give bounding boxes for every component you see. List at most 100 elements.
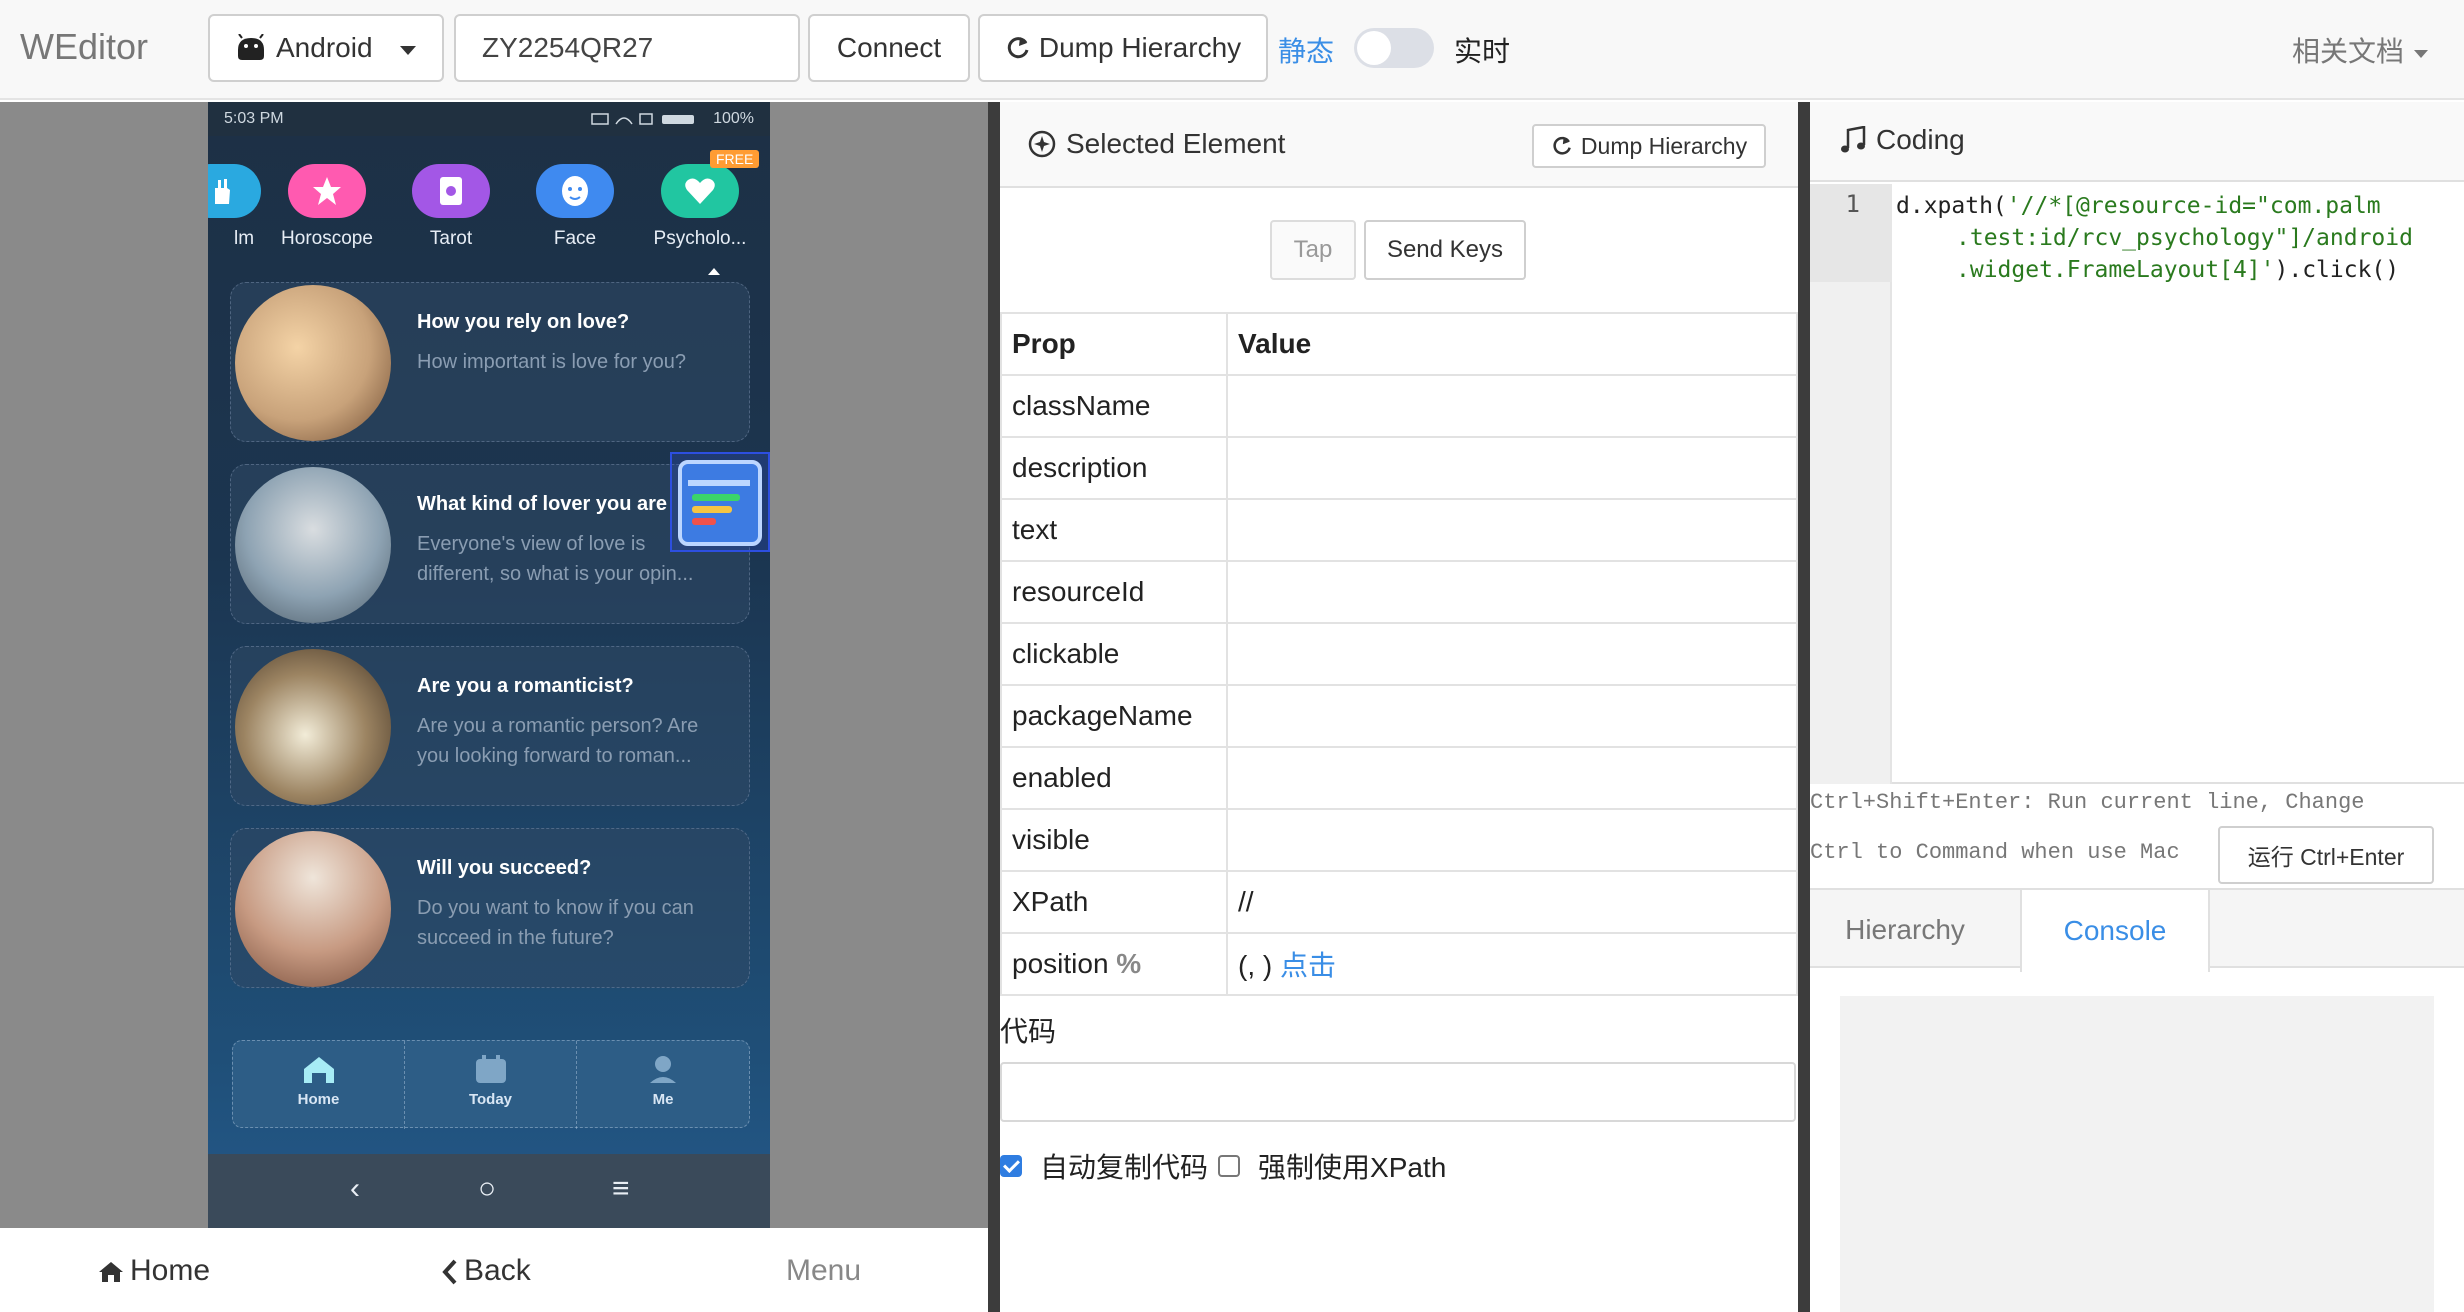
shortcut-hint: Ctrl to Command when use Mac	[1810, 840, 2180, 865]
percent-unit: %	[1116, 948, 1142, 979]
platform-select[interactable]: Android	[208, 14, 444, 82]
auto-copy-label[interactable]: 自动复制代码	[1040, 1146, 1208, 1186]
column-header-prop: Prop	[1000, 312, 1228, 376]
tab-home[interactable]: Home	[233, 1041, 405, 1129]
category-psychology[interactable]: Psycholo...	[640, 164, 760, 250]
force-xpath-checkbox[interactable]	[1218, 1155, 1241, 1177]
prop-value[interactable]	[1226, 498, 1798, 562]
tab-today[interactable]: Today	[405, 1041, 577, 1129]
prop-value[interactable]	[1226, 808, 1798, 872]
prop-name: description	[1000, 436, 1228, 500]
category-label: Horoscope	[281, 228, 373, 249]
back-button[interactable]: Back	[442, 1254, 531, 1288]
card-description: Are you a romantic person? Are you looki…	[417, 715, 699, 767]
code-label: 代码	[1000, 1016, 1057, 1047]
live-mode-toggle[interactable]	[1354, 28, 1434, 68]
prop-value[interactable]	[1226, 622, 1798, 686]
send-keys-button[interactable]: Send Keys	[1364, 220, 1526, 280]
table-row: description	[1000, 436, 1798, 500]
category-face[interactable]: Face	[515, 164, 635, 250]
prop-name: visible	[1000, 808, 1228, 872]
prop-value: (, ) 点击	[1226, 932, 1798, 996]
position-value: (, )	[1238, 950, 1273, 981]
code-editor[interactable]: 1 d.xpath('//*[@resource-id="com.palm .t…	[1810, 184, 2464, 784]
status-battery: 100%	[713, 110, 754, 127]
heart-icon	[685, 178, 715, 204]
card-photo	[235, 285, 391, 441]
line-number: 1	[1845, 190, 1860, 218]
code-input[interactable]	[1000, 1062, 1796, 1122]
coding-title: Coding	[1876, 124, 1965, 155]
tab-label: Home	[297, 1091, 340, 1108]
home-button[interactable]: Home	[98, 1254, 210, 1288]
run-button[interactable]: 运行 Ctrl+Enter	[2218, 826, 2434, 884]
tab-hierarchy[interactable]: Hierarchy	[1810, 890, 2000, 970]
mode-live-label[interactable]: 实时	[1454, 30, 1510, 70]
menu-button[interactable]: Menu	[786, 1254, 861, 1288]
prop-value[interactable]	[1226, 746, 1798, 810]
coding-panel: Coding 1 d.xpath('//*[@resource-id="com.…	[1810, 102, 2464, 1312]
prop-value[interactable]	[1226, 684, 1798, 748]
dump-hierarchy-button[interactable]: Dump Hierarchy	[978, 14, 1268, 82]
dump-hierarchy-button[interactable]: Dump Hierarchy	[1532, 124, 1766, 168]
card-description: Do you want to know if you can succeed i…	[417, 897, 694, 949]
calendar-icon	[475, 1055, 506, 1083]
connect-button[interactable]: Connect	[808, 14, 970, 82]
notes-glyph-icon	[688, 480, 750, 525]
splitter[interactable]	[1798, 102, 1810, 1312]
xpath-value[interactable]: //	[1226, 870, 1798, 934]
star-icon	[313, 177, 341, 205]
prop-name: packageName	[1000, 684, 1228, 748]
device-screenshot[interactable]: 5:03 PM 100% lm Horoscope Tarot Face Psy…	[208, 102, 770, 1228]
prop-name: resourceId	[1000, 560, 1228, 624]
prop-value[interactable]	[1226, 560, 1798, 624]
table-row: enabled	[1000, 746, 1798, 810]
mode-static-label[interactable]: 静态	[1278, 30, 1334, 70]
dump-hierarchy-label: Dump Hierarchy	[1038, 32, 1242, 63]
brand-title: WEditor	[20, 26, 149, 67]
category-label: Face	[553, 228, 597, 249]
tap-button[interactable]: Tap	[1270, 220, 1356, 280]
toggle-knob	[1357, 31, 1391, 65]
click-position-link[interactable]: 点击	[1280, 950, 1336, 981]
auto-copy-checkbox[interactable]	[1000, 1155, 1022, 1177]
quiz-card[interactable]: Are you a romanticist? Are you a romanti…	[230, 646, 750, 806]
splitter[interactable]	[988, 102, 1000, 1312]
card-photo	[235, 467, 391, 623]
device-serial-input[interactable]: ZY2254QR27	[454, 14, 800, 82]
prop-value[interactable]	[1226, 436, 1798, 500]
table-row: visible	[1000, 808, 1798, 872]
panel-header: Coding	[1810, 102, 2464, 182]
system-menu-button[interactable]: ≡	[612, 1172, 630, 1206]
prop-value[interactable]	[1226, 374, 1798, 438]
tab-console[interactable]: Console	[2020, 890, 2210, 972]
tab-label: Me	[652, 1091, 674, 1108]
tab-me[interactable]: Me	[577, 1041, 749, 1129]
category-horoscope[interactable]: Horoscope	[267, 164, 387, 250]
device-screen-area: 5:03 PM 100% lm Horoscope Tarot Face Psy…	[0, 102, 988, 1228]
docs-label: 相关文档	[2292, 36, 2405, 67]
category-tarot[interactable]: Tarot	[391, 164, 511, 250]
home-icon	[303, 1057, 334, 1083]
docs-dropdown[interactable]: 相关文档	[2292, 30, 2429, 70]
card-title: Are you a romanticist?	[417, 675, 634, 697]
prop-name: XPath	[1000, 870, 1228, 934]
system-back-button[interactable]: ‹	[350, 1172, 360, 1206]
card-title: Will you succeed?	[417, 857, 592, 879]
code-line[interactable]: d.xpath('//*[@resource-id="com.palm .tes…	[1896, 190, 2460, 286]
table-row: packageName	[1000, 684, 1798, 748]
quiz-card[interactable]: How you rely on love? How important is l…	[230, 282, 750, 442]
bottom-tabs: Hierarchy Console	[1810, 888, 2464, 972]
status-time: 5:03 PM	[224, 110, 284, 127]
column-header-value: Value	[1226, 312, 1798, 376]
selected-element-panel: Selected Element Dump Hierarchy Tap Send…	[1000, 102, 1798, 1312]
app-tab-bar: Home Today Me	[232, 1040, 750, 1129]
position-label: position	[1012, 948, 1109, 979]
force-xpath-label[interactable]: 强制使用XPath	[1258, 1146, 1446, 1186]
system-nav-bar: ‹ ○ ≡	[208, 1154, 770, 1228]
face-glyph-icon	[562, 176, 588, 206]
selected-element-highlight[interactable]	[670, 452, 770, 552]
card-description: How important is love for you?	[417, 351, 687, 373]
system-home-button[interactable]: ○	[478, 1172, 496, 1206]
quiz-card[interactable]: Will you succeed? Do you want to know if…	[230, 828, 750, 988]
